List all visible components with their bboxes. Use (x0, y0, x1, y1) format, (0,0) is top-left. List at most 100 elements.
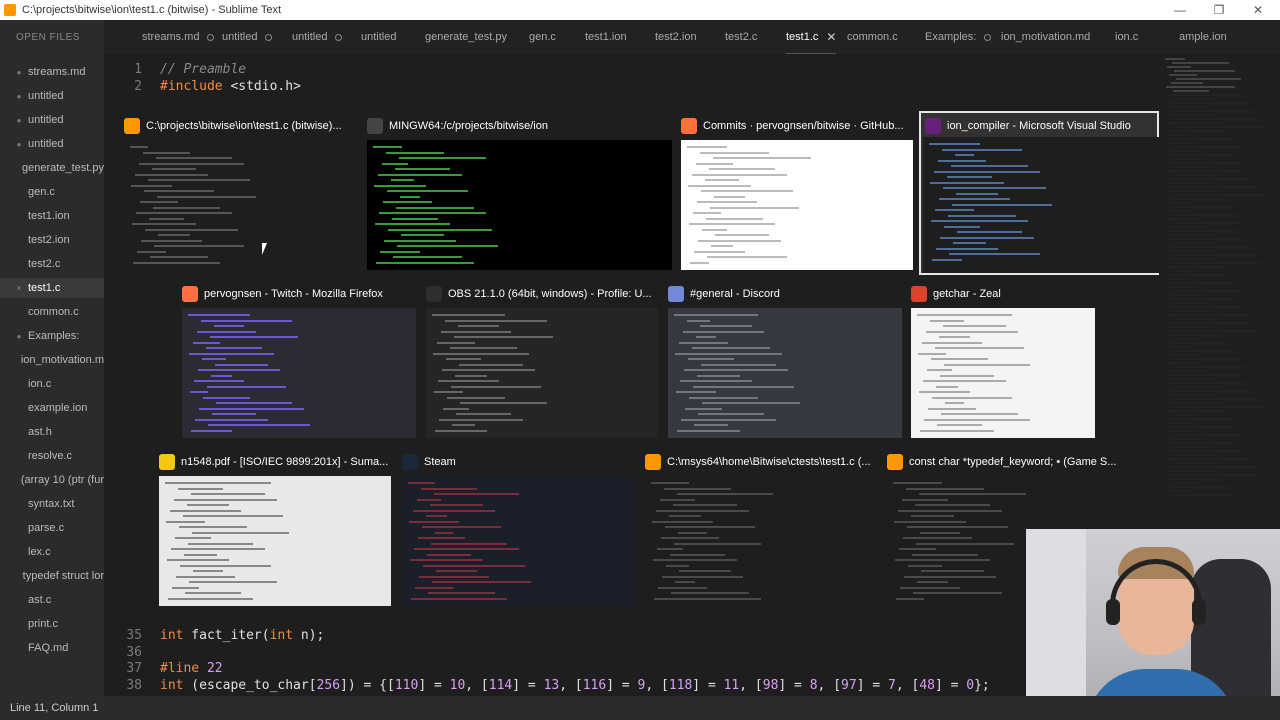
switcher-window-title: C:\projects\bitwise\ion\test1.c (bitwise… (124, 116, 358, 136)
tab[interactable]: test2.ion (655, 20, 697, 54)
sidebar-item[interactable]: test1.ion (0, 206, 104, 226)
sidebar-item-label: ion.c (28, 378, 52, 390)
maximize-button[interactable]: ❐ (1199, 0, 1239, 20)
switcher-window[interactable]: n1548.pdf - [ISO/IEC 9899:201x] - Suma..… (159, 452, 391, 606)
code-line[interactable]: 35 int fact_iter(int n); (104, 628, 324, 645)
switcher-window-title: n1548.pdf - [ISO/IEC 9899:201x] - Suma..… (159, 452, 391, 472)
tab-close-icon[interactable]: ✕ (826, 30, 836, 44)
sidebar-item[interactable]: (array 10 (ptr (fur (0, 470, 104, 490)
line-number: 1 (134, 62, 142, 77)
sidebar-item[interactable]: ● untitled (0, 134, 104, 154)
sidebar-item[interactable]: ion.c (0, 374, 104, 394)
sidebar-item[interactable]: ● streams.md (0, 62, 104, 82)
sidebar-item[interactable]: test2.c (0, 254, 104, 274)
tab[interactable]: test2.c (725, 20, 757, 54)
tab[interactable]: ion_motivation.md (1001, 20, 1090, 54)
tab[interactable]: untitled (361, 20, 396, 54)
switcher-window[interactable]: Commits · pervognsen/bitwise · GitHub... (681, 116, 913, 270)
line-number: 35 (126, 628, 142, 643)
window-thumbnail (681, 140, 913, 270)
switcher-window-title: const char *typedef_keyword; • (Game S..… (887, 452, 1119, 472)
tab[interactable]: ample.ion (1179, 20, 1227, 54)
switcher-window[interactable]: #general - Discord (668, 284, 902, 438)
tab[interactable]: streams.md (142, 20, 215, 54)
sidebar-item-label: test1.c (28, 282, 61, 294)
sidebar-item[interactable]: print.c (0, 614, 104, 634)
minimize-button[interactable]: — (1160, 0, 1200, 20)
tab[interactable]: test1.c ✕ (786, 20, 836, 54)
tab-label: untitled (361, 31, 397, 43)
unsaved-circle-icon[interactable] (207, 33, 215, 41)
close-icon[interactable]: ✕ (14, 284, 24, 293)
tab[interactable]: common.c (847, 20, 898, 54)
switcher-window[interactable]: OBS 21.1.0 (64bit, windows) - Profile: U… (426, 284, 658, 438)
modified-dot-icon: ● (16, 67, 22, 77)
tab-label: ample.ion (1179, 31, 1227, 43)
sidebar-item-label: untitled (28, 114, 64, 126)
unsaved-circle-icon[interactable] (335, 33, 343, 41)
switcher-window[interactable]: pervognsen - Twitch - Mozilla Firefox (182, 284, 416, 438)
sidebar-item[interactable]: ● untitled (0, 110, 104, 130)
sidebar-item[interactable]: generate_test.py (0, 158, 104, 178)
switcher-window[interactable]: ion_compiler - Microsoft Visual Studio (919, 111, 1159, 275)
sidebar-item[interactable]: test2.ion (0, 230, 104, 250)
sidebar-item-label: lex.c (28, 546, 51, 558)
window-title-text: MINGW64:/c/projects/bitwise/ion (389, 120, 548, 132)
tab[interactable]: generate_test.py (425, 20, 507, 54)
sublime-icon (887, 454, 903, 470)
code-line[interactable]: 37 #line 22 (104, 661, 223, 678)
code-text: int fact_iter(int n); (160, 628, 325, 643)
tab-label: test2.ion (655, 31, 697, 43)
sidebar-item[interactable]: syntax.txt (0, 494, 104, 514)
code-line[interactable]: 38 int (escape_to_char[256]) = {[110] = 1… (104, 678, 989, 695)
switcher-window[interactable]: Steam (402, 452, 634, 606)
sidebar-item[interactable]: ✕ test1.c (0, 278, 104, 298)
tab-label: ion_motivation.md (1001, 31, 1091, 43)
sidebar-item[interactable]: ion_motivation.m (0, 350, 104, 370)
switcher-window[interactable]: MINGW64:/c/projects/bitwise/ion (367, 116, 672, 270)
sidebar-item-label: streams.md (28, 66, 86, 78)
window-thumbnail (911, 308, 1095, 438)
switcher-window-title: pervognsen - Twitch - Mozilla Firefox (182, 284, 416, 304)
switcher-window[interactable]: C:\projects\bitwise\ion\test1.c (bitwise… (124, 116, 358, 270)
cursor-position: Line 11, Column 1 (10, 702, 99, 714)
switcher-window[interactable]: getchar - Zeal (911, 284, 1095, 438)
mouse-cursor-icon (262, 243, 272, 255)
tab-label: gen.c (529, 31, 556, 43)
sidebar-item[interactable]: typedef struct lor (0, 566, 104, 586)
sidebar-item-label: common.c (28, 306, 79, 318)
tab-label: Examples: (925, 31, 977, 43)
tab[interactable]: Examples: (925, 20, 992, 54)
tab[interactable]: ion.c (1115, 20, 1138, 54)
sidebar-item[interactable]: ● Examples: (0, 326, 104, 346)
sidebar-item[interactable]: resolve.c (0, 446, 104, 466)
sublime-text-icon (4, 4, 16, 16)
terminal-icon (367, 118, 383, 134)
sidebar-item[interactable]: example.ion (0, 398, 104, 418)
switcher-window[interactable]: C:\msys64\home\Bitwise\ctests\test1.c (.… (645, 452, 877, 606)
sidebar-item-label: parse.c (28, 522, 65, 534)
sidebar-item[interactable]: parse.c (0, 518, 104, 538)
sidebar-item[interactable]: ast.c (0, 590, 104, 610)
window-title-text: #general - Discord (690, 288, 780, 300)
code-line[interactable]: 1 // Preamble (104, 62, 246, 79)
code-line[interactable]: 36 (104, 645, 160, 662)
firefox-icon (681, 118, 697, 134)
tab-label: untitled (292, 31, 328, 43)
sidebar-item[interactable]: lex.c (0, 542, 104, 562)
sidebar: OPEN FILES ● streams.md ● untitled ● untitled… (0, 20, 104, 696)
sidebar-item[interactable]: ● untitled (0, 86, 104, 106)
unsaved-circle-icon[interactable] (265, 33, 273, 41)
tab[interactable]: gen.c (529, 20, 556, 54)
tab[interactable]: untitled (292, 20, 343, 54)
tab[interactable]: untitled (222, 20, 273, 54)
sidebar-item[interactable]: common.c (0, 302, 104, 322)
tab[interactable]: test1.ion (585, 20, 627, 54)
sidebar-item[interactable]: FAQ.md (0, 638, 104, 658)
sidebar-item[interactable]: gen.c (0, 182, 104, 202)
unsaved-circle-icon[interactable] (984, 33, 992, 41)
tab-label: untitled (222, 31, 258, 43)
close-button[interactable]: ✕ (1238, 0, 1278, 20)
sidebar-item[interactable]: ast.h (0, 422, 104, 442)
code-text: #line 22 (160, 661, 223, 676)
